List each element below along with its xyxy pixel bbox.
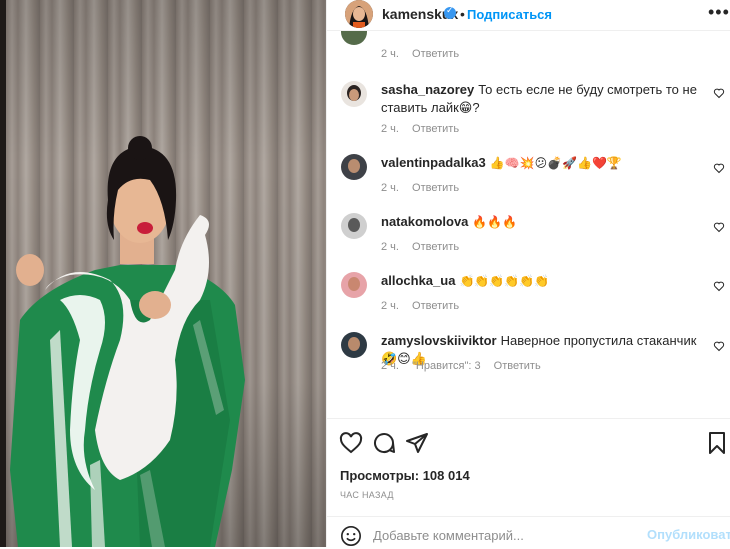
comment-avatar[interactable]	[341, 332, 367, 358]
comment-body: 🔥🔥🔥	[472, 215, 518, 229]
comment-text: sasha_nazorey То есть есле не буду смотре…	[381, 81, 701, 117]
smile-icon[interactable]	[340, 525, 362, 547]
author-avatar-image	[345, 0, 373, 28]
comment-avatar[interactable]	[341, 272, 367, 298]
comment-username[interactable]: zamyslovskiiviktor	[381, 333, 497, 348]
reply-button[interactable]: Ответить	[412, 123, 459, 135]
comment-like-icon[interactable]	[713, 87, 725, 99]
comment-meta: 2 ч. Ответить	[381, 182, 469, 194]
post-panel: kamenskux • Подписаться ••• 2 ч. Ответит…	[326, 0, 730, 547]
more-icon[interactable]: •••	[708, 2, 730, 23]
performer-figure	[10, 136, 245, 547]
post-header: kamenskux • Подписаться •••	[327, 0, 730, 31]
bookmark-icon[interactable]	[705, 431, 729, 455]
post-timestamp[interactable]: ЧАС НАЗАД	[340, 490, 394, 500]
heart-icon[interactable]	[339, 431, 363, 455]
comments-list[interactable]: 2 ч. Ответить sasha_nazorey То есть есле …	[327, 31, 730, 418]
comment-avatar-image	[341, 332, 367, 358]
comment-time[interactable]: 2 ч.	[381, 123, 399, 135]
comment-avatar-image	[341, 31, 367, 45]
comment-avatar[interactable]	[341, 213, 367, 239]
comment-text: allochka_ua 👏👏👏👏👏👏	[381, 272, 701, 290]
comment-time[interactable]: 2 ч.	[381, 360, 399, 372]
comment-meta: 2 ч. Ответить	[381, 48, 469, 60]
comment-avatar-image	[341, 272, 367, 298]
reply-button[interactable]: Ответить	[412, 182, 459, 194]
comment-likes[interactable]: "Нравится": 3	[412, 360, 481, 372]
comment-avatar-image	[341, 154, 367, 180]
comment-text: valentinpadalka3 👍🧠💥😕💣🚀👍❤️🏆	[381, 154, 701, 172]
reply-button[interactable]: Ответить	[494, 360, 541, 372]
comment-meta: 2 ч. Ответить	[381, 300, 469, 312]
post-actions: Просмотры: 108 014 ЧАС НАЗАД Опубликоват…	[327, 418, 730, 548]
comment-avatar-image	[341, 213, 367, 239]
comment-username[interactable]: natakomolova	[381, 214, 468, 229]
comment-meta: 2 ч. Ответить	[381, 241, 469, 253]
comment-avatar[interactable]	[341, 31, 367, 45]
publish-button[interactable]: Опубликовать	[647, 527, 730, 542]
comment-icon[interactable]	[372, 431, 396, 455]
verified-icon	[444, 5, 456, 19]
reply-button[interactable]: Ответить	[412, 241, 459, 253]
views-count[interactable]: Просмотры: 108 014	[340, 468, 470, 483]
author-avatar[interactable]	[345, 0, 373, 28]
comment-like-icon[interactable]	[713, 280, 725, 292]
separator-dot: •	[460, 6, 465, 22]
comment-text: natakomolova 🔥🔥🔥	[381, 213, 701, 231]
comment-avatar-image	[341, 81, 367, 107]
comment-like-icon[interactable]	[713, 340, 725, 352]
comment-time[interactable]: 2 ч.	[381, 182, 399, 194]
comment-username[interactable]: valentinpadalka3	[381, 155, 486, 170]
comment-time[interactable]: 2 ч.	[381, 300, 399, 312]
comment-time[interactable]: 2 ч.	[381, 241, 399, 253]
share-icon[interactable]	[405, 431, 429, 455]
comment-like-icon[interactable]	[713, 162, 725, 174]
comment-avatar[interactable]	[341, 81, 367, 107]
comment-meta: 2 ч. Ответить	[381, 123, 469, 135]
comment-avatar[interactable]	[341, 154, 367, 180]
comment-meta: 2 ч. "Нравится": 3 Ответить	[381, 360, 551, 372]
comment-time[interactable]: 2 ч.	[381, 48, 399, 60]
reply-button[interactable]: Ответить	[412, 48, 459, 60]
follow-button[interactable]: Подписаться	[467, 7, 552, 22]
comment-body: 👏👏👏👏👏👏	[459, 274, 550, 288]
add-comment-bar: Опубликовать	[327, 516, 730, 549]
comment-username[interactable]: sasha_nazorey	[381, 82, 474, 97]
post-video[interactable]	[0, 0, 326, 547]
comment-like-icon[interactable]	[713, 221, 725, 233]
comment-body: 👍🧠💥😕💣🚀👍❤️🏆	[489, 156, 622, 170]
comment-username[interactable]: allochka_ua	[381, 273, 455, 288]
comment-input[interactable]	[373, 526, 633, 544]
reply-button[interactable]: Ответить	[412, 300, 459, 312]
